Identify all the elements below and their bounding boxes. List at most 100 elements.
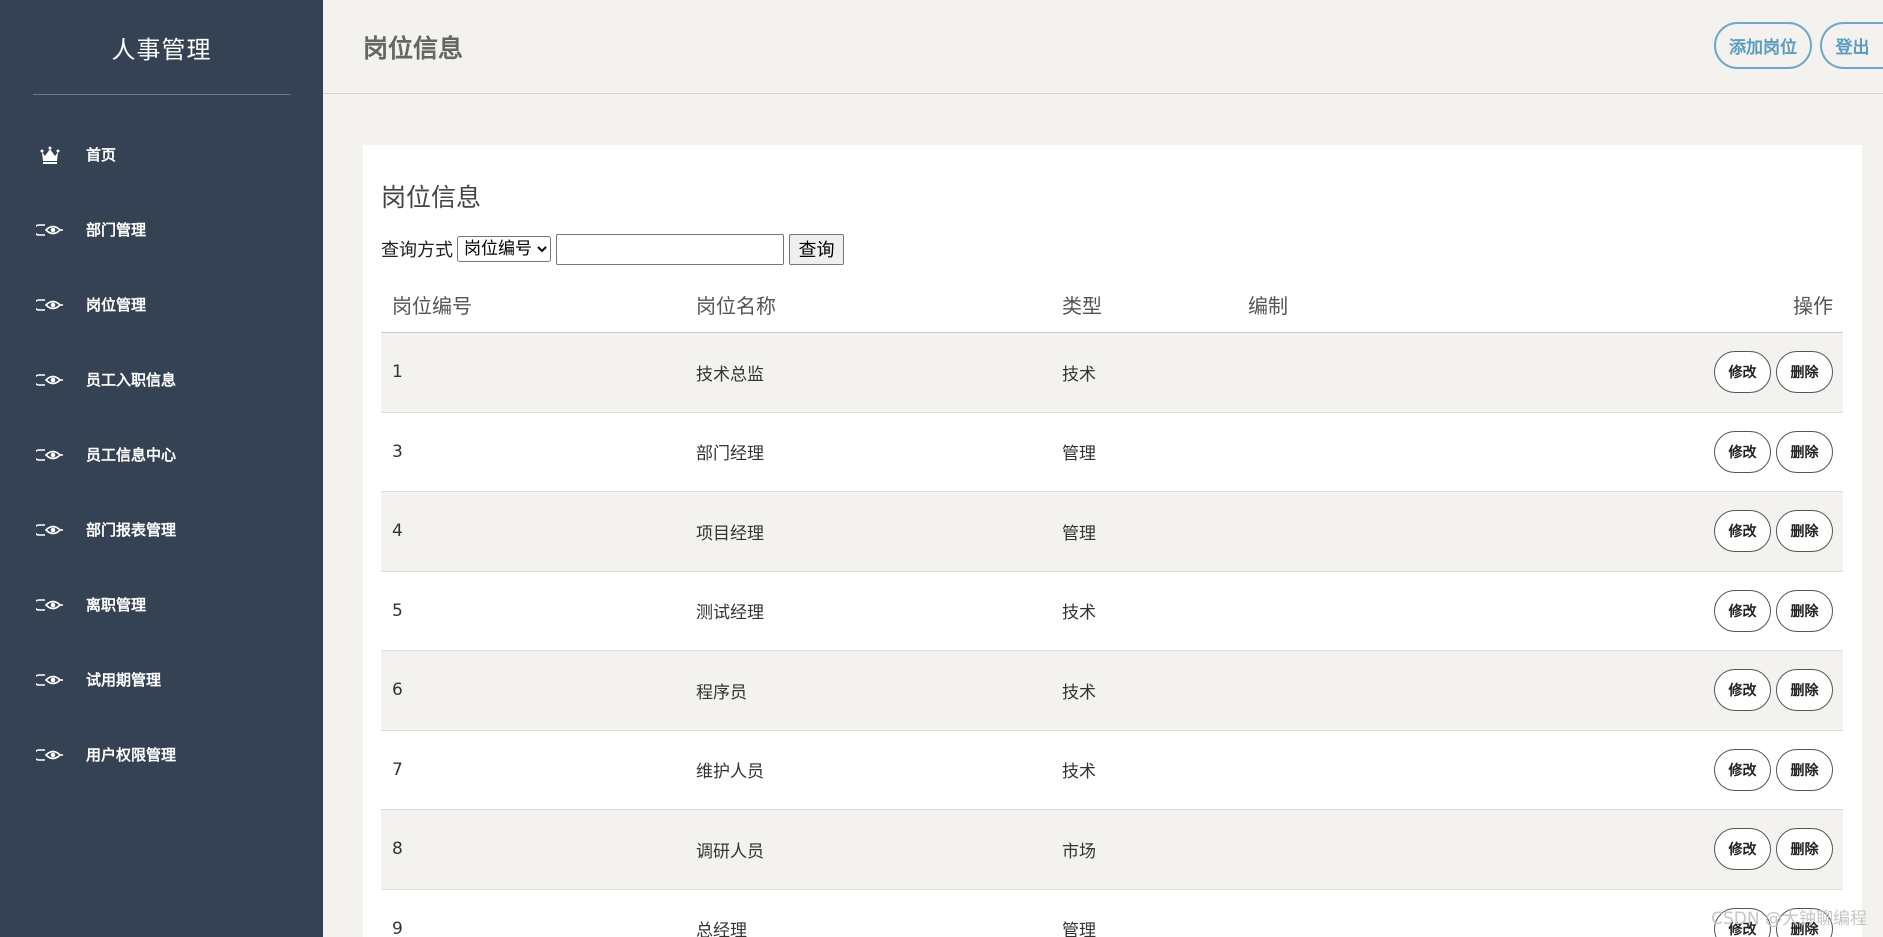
query-input[interactable] [556,233,784,265]
cell-id: 3 [392,441,403,462]
cell-type: 市场 [1062,841,1096,862]
sidebar-item-employee-center[interactable]: 员工信息中心 [0,417,323,492]
page-title: 岗位信息 [363,33,464,63]
edit-button[interactable]: 修改 [1714,828,1771,871]
edit-button[interactable]: 修改 [1714,589,1771,632]
link-eye-icon [36,220,64,240]
sidebar-item-label: 员工信息中心 [86,446,177,464]
cell-name: 维护人员 [696,762,764,783]
cell-actions: 修改 删除 [1548,351,1843,394]
cell-type: 管理 [1062,921,1096,937]
edit-button[interactable]: 修改 [1714,430,1771,473]
sidebar-item-departments[interactable]: 部门管理 [0,192,323,267]
sidebar-item-label: 首页 [86,146,117,164]
sidebar-item-label: 员工入职信息 [86,371,177,389]
sidebar-item-home[interactable]: 首页 [0,117,323,192]
table-row: 7 维护人员 技术 修改 删除 [381,731,1843,810]
cell-type: 技术 [1062,603,1096,624]
sidebar-item-positions[interactable]: 岗位管理 [0,267,323,342]
cell-name: 部门经理 [696,444,764,465]
table-row: 1 技术总监 技术 修改 删除 [381,333,1843,413]
column-header-quota: 编制 [1248,294,1288,318]
link-eye-icon [36,595,64,615]
cell-id: 4 [392,521,403,542]
edit-button[interactable]: 修改 [1714,351,1771,394]
link-eye-icon [36,520,64,540]
delete-button[interactable]: 删除 [1776,589,1833,632]
sidebar-item-label: 岗位管理 [86,296,147,314]
edit-button[interactable]: 修改 [1714,669,1771,712]
cell-name: 技术总监 [696,364,764,385]
table-row: 8 调研人员 市场 修改 删除 [381,810,1843,890]
sidebar-item-label: 部门管理 [86,221,147,239]
table-row: 5 测试经理 技术 修改 删除 [381,572,1843,651]
cell-name: 项目经理 [696,523,764,544]
column-header-id: 岗位编号 [392,294,472,318]
link-eye-icon [36,745,64,765]
delete-button[interactable]: 删除 [1776,510,1833,553]
link-eye-icon [36,445,64,465]
cell-id: 5 [392,600,403,621]
delete-button[interactable]: 删除 [1776,828,1833,871]
cell-actions: 修改 删除 [1548,430,1843,473]
query-label: 查询方式 [381,240,453,261]
link-eye-icon [36,295,64,315]
query-button[interactable]: 查询 [789,233,844,265]
sidebar-item-label: 离职管理 [86,596,147,614]
table-header: 岗位编号 岗位名称 类型 编制 操作 [381,277,1843,333]
cell-type: 管理 [1062,523,1096,544]
sidebar: 人事管理 首页 部门管理 岗位管理 员工入职信息 员工信息中心 部门报表管理 离… [0,0,323,937]
query-bar: 查询方式 岗位编号 查询 [381,233,844,265]
cell-actions: 修改 删除 [1548,589,1843,632]
cell-actions: 修改 删除 [1548,748,1843,791]
card-title: 岗位信息 [381,183,482,212]
cell-actions: 修改 删除 [1548,828,1843,871]
cell-type: 技术 [1062,762,1096,783]
cell-type: 技术 [1062,364,1096,385]
table-row: 9 总经理 管理 修改 删除 [381,890,1843,937]
sidebar-item-label: 部门报表管理 [86,521,177,539]
sidebar-nav: 首页 部门管理 岗位管理 员工入职信息 员工信息中心 部门报表管理 离职管理 试… [0,117,323,792]
delete-button[interactable]: 删除 [1776,351,1833,394]
top-header: 岗位信息 添加岗位 登出 [323,0,1883,94]
add-position-button[interactable]: 添加岗位 [1714,22,1812,69]
column-header-type: 类型 [1062,294,1102,318]
table-row: 4 项目经理 管理 修改 删除 [381,492,1843,572]
cell-id: 9 [392,918,403,937]
cell-type: 技术 [1062,682,1096,703]
cell-id: 8 [392,839,403,860]
sidebar-item-label: 用户权限管理 [86,746,177,764]
table-row: 6 程序员 技术 修改 删除 [381,651,1843,731]
cell-id: 6 [392,680,403,701]
watermark: CSDN @大钟聊编程 [1711,909,1867,929]
crown-icon [36,145,64,165]
delete-button[interactable]: 删除 [1776,748,1833,791]
sidebar-item-resignation[interactable]: 离职管理 [0,567,323,642]
sidebar-item-permissions[interactable]: 用户权限管理 [0,717,323,792]
edit-button[interactable]: 修改 [1714,748,1771,791]
query-mode-select[interactable]: 岗位编号 [457,236,551,262]
positions-table: 岗位编号 岗位名称 类型 编制 操作 1 技术总监 技术 修改 删除 3 部门经… [381,277,1843,937]
brand-divider [33,94,290,95]
cell-name: 调研人员 [696,841,764,862]
header-actions: 添加岗位 登出 [1714,22,1883,69]
sidebar-item-probation[interactable]: 试用期管理 [0,642,323,717]
delete-button[interactable]: 删除 [1776,669,1833,712]
cell-actions: 修改 删除 [1548,510,1843,553]
sidebar-item-label: 试用期管理 [86,671,162,689]
sidebar-item-dept-reports[interactable]: 部门报表管理 [0,492,323,567]
column-header-actions: 操作 [1793,294,1833,318]
cell-id: 7 [392,759,403,780]
column-header-name: 岗位名称 [696,294,776,318]
link-eye-icon [36,370,64,390]
edit-button[interactable]: 修改 [1714,510,1771,553]
sidebar-item-onboarding[interactable]: 员工入职信息 [0,342,323,417]
logout-button[interactable]: 登出 [1820,22,1883,69]
cell-name: 总经理 [696,921,747,937]
cell-type: 管理 [1062,444,1096,465]
delete-button[interactable]: 删除 [1776,430,1833,473]
content-card: 岗位信息 查询方式 岗位编号 查询 岗位编号 岗位名称 类型 编制 操作 1 技… [363,145,1862,937]
table-row: 3 部门经理 管理 修改 删除 [381,413,1843,492]
link-eye-icon [36,670,64,690]
cell-name: 程序员 [696,682,747,703]
